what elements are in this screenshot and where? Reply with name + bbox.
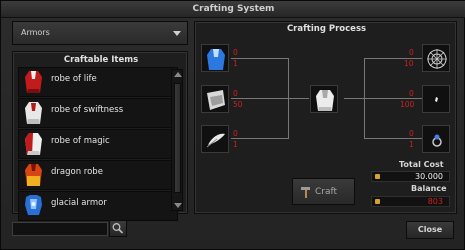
blue-robe-icon <box>207 49 225 70</box>
ingredient-slot[interactable] <box>201 85 229 113</box>
balance-label: Balance <box>411 184 447 193</box>
connector-line <box>231 98 309 99</box>
connector-line <box>288 58 289 98</box>
connector-line <box>364 138 422 139</box>
close-button[interactable]: Close <box>406 221 454 239</box>
feather-icon <box>206 133 225 148</box>
craftable-items-panel: Craftable Items robe of life robe of swi… <box>12 51 188 221</box>
total-cost-label: Total Cost <box>399 160 444 169</box>
hammer-icon <box>301 187 310 198</box>
ingredient-slot[interactable] <box>201 125 229 153</box>
gold-coin-icon <box>375 174 380 179</box>
list-item[interactable]: dragon robe <box>18 160 178 190</box>
connector-line <box>231 58 289 59</box>
crafting-window: Crafting System Armors Craftable Items r… <box>0 0 465 250</box>
connector-line <box>364 98 365 138</box>
list-item[interactable]: glacial armor <box>18 191 178 221</box>
ingredient-have: 0 <box>409 129 414 138</box>
chevron-down-icon <box>173 31 181 36</box>
search-input[interactable] <box>12 222 108 236</box>
blue-ring-icon <box>432 134 442 147</box>
ingredient-slot[interactable] <box>422 85 450 113</box>
item-label: robe of life <box>51 74 97 84</box>
ingredient-need: 10 <box>404 59 414 68</box>
ingredient-have: 0 <box>233 89 238 98</box>
item-label: glacial armor <box>51 198 107 208</box>
ingredient-need: 100 <box>400 100 415 109</box>
total-cost-value: 30.000 <box>415 172 443 181</box>
crafting-process-title: Crafting Process <box>286 24 367 34</box>
category-value: Armors <box>21 28 50 37</box>
total-cost-field: 30.000 <box>371 171 450 182</box>
list-item[interactable]: robe of swiftness <box>18 98 178 128</box>
white-robe-icon <box>25 102 42 124</box>
item-label: dragon robe <box>51 167 103 177</box>
connector-line <box>231 138 289 139</box>
red-white-robe-icon <box>25 133 42 155</box>
white-cloth-icon <box>207 90 225 110</box>
connector-line <box>364 58 365 98</box>
balance-field: 803 <box>371 196 450 207</box>
ingredient-have: 0 <box>233 129 238 138</box>
ingredient-need: 1 <box>233 140 238 149</box>
white-robe-result-icon <box>316 90 334 111</box>
ingredient-need: 50 <box>233 100 243 109</box>
red-robe-icon <box>25 71 42 93</box>
ingredient-slot[interactable] <box>201 44 229 72</box>
blue-armor-icon <box>25 195 42 215</box>
craft-button[interactable]: Craft <box>292 178 355 205</box>
item-label: robe of magic <box>51 136 110 146</box>
dragon-robe-icon <box>25 164 42 186</box>
list-item[interactable]: robe of magic <box>18 129 178 159</box>
search-button[interactable] <box>109 220 127 237</box>
magnifier-icon <box>112 223 124 234</box>
scrollbar-thumb[interactable] <box>174 83 181 193</box>
spider-web-icon <box>427 49 447 69</box>
item-label: robe of swiftness <box>51 105 124 115</box>
list-item[interactable]: robe of life <box>18 67 178 97</box>
ingredient-have: 0 <box>233 48 238 57</box>
ingredient-have: 0 <box>409 89 414 98</box>
scroll-down-icon[interactable] <box>173 201 183 211</box>
balance-value: 803 <box>427 197 443 206</box>
ingredient-slot[interactable] <box>422 44 450 72</box>
category-dropdown[interactable]: Armors <box>12 21 188 45</box>
ingredient-need: 1 <box>233 59 238 68</box>
result-slot[interactable] <box>310 85 338 113</box>
ingredient-have: 0 <box>409 48 414 57</box>
gold-coin-icon <box>375 199 380 204</box>
craft-button-label: Craft <box>315 187 338 197</box>
connector-line <box>288 98 289 138</box>
connector-line <box>344 98 422 99</box>
ingredient-need: 1 <box>409 140 414 149</box>
scroll-up-icon[interactable] <box>173 70 183 80</box>
small-shard-icon <box>435 97 438 102</box>
window-title: Crafting System <box>1 1 465 18</box>
craftable-items-title: Craftable Items <box>63 55 139 65</box>
ingredient-slot[interactable] <box>422 125 450 153</box>
